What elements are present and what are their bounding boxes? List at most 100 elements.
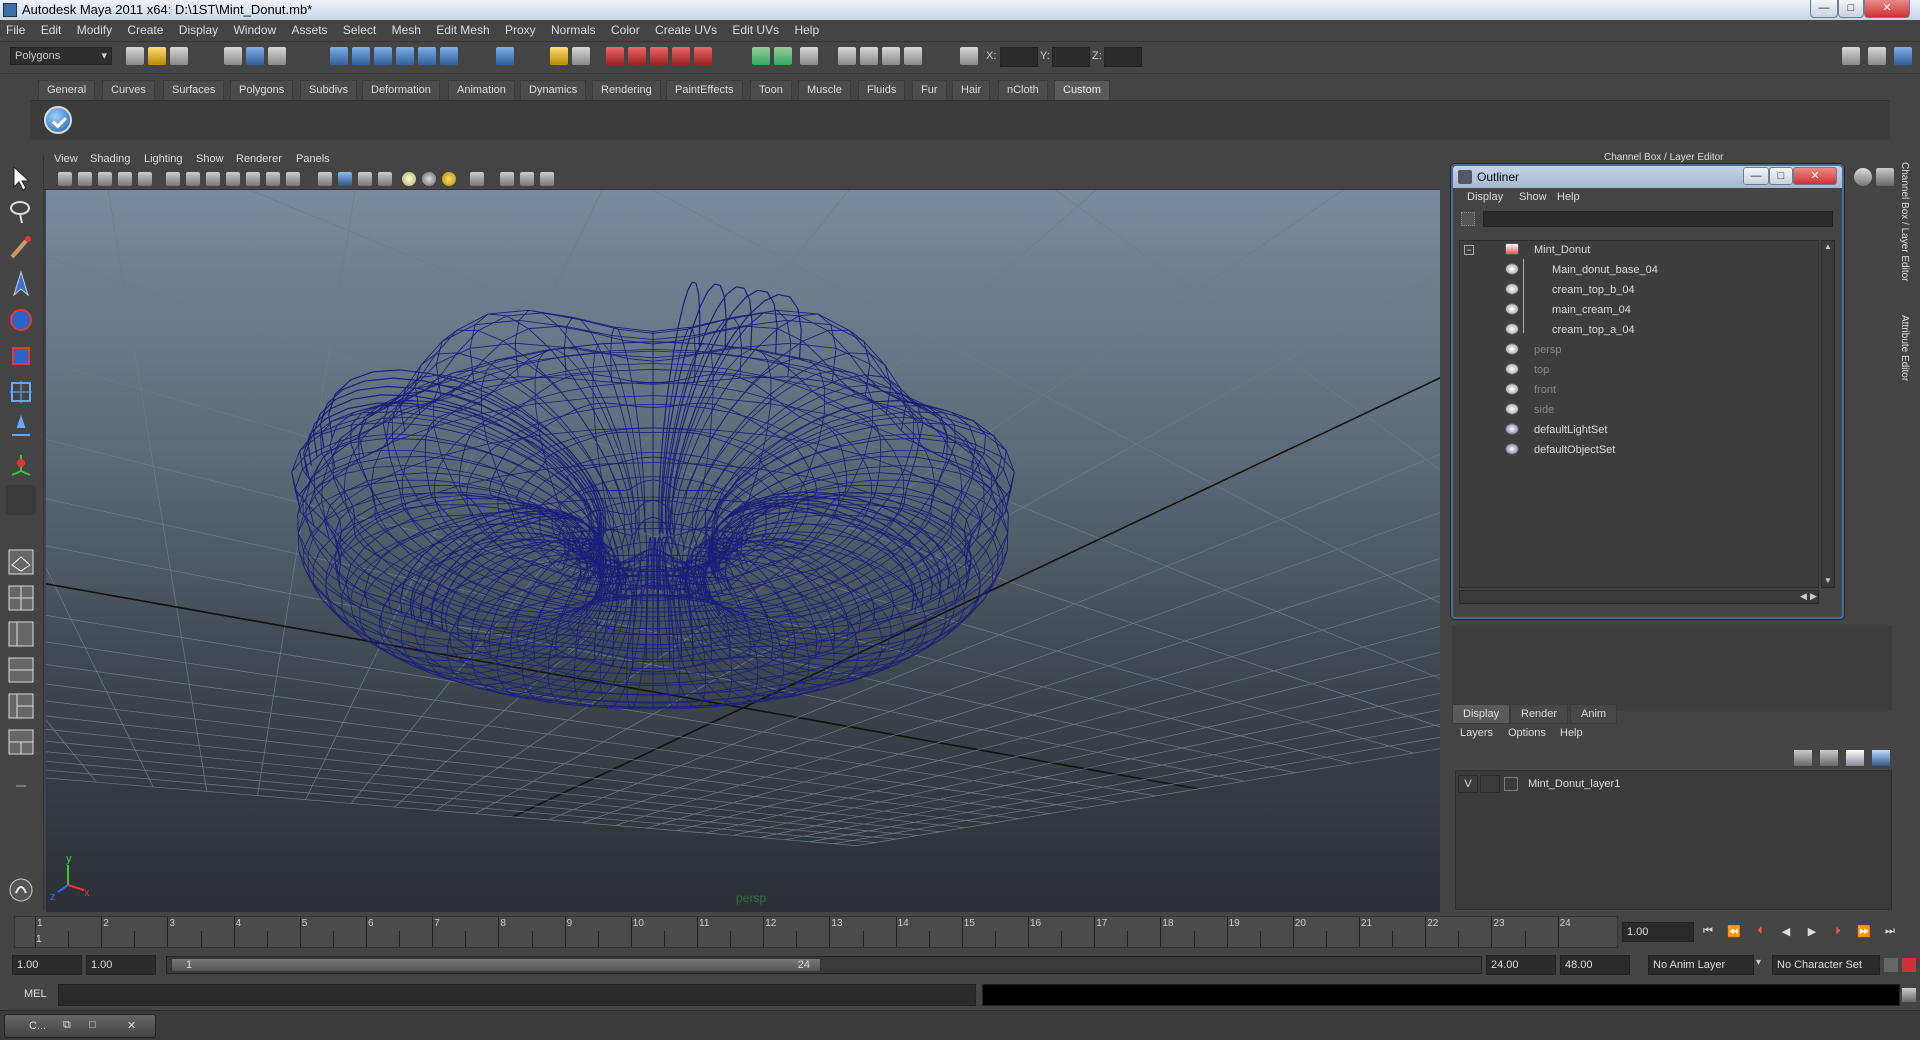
open-scene-icon[interactable] bbox=[148, 47, 166, 65]
camera-attributes-icon[interactable] bbox=[78, 172, 92, 186]
shelf-tab-fluids[interactable]: Fluids bbox=[858, 80, 906, 100]
snap-surface-icon[interactable] bbox=[440, 47, 458, 65]
shelf-tab-toon[interactable]: Toon bbox=[750, 80, 792, 100]
toggle-tool-settings-icon[interactable] bbox=[1868, 47, 1886, 65]
render-frame-icon[interactable] bbox=[572, 47, 590, 65]
vp-menu-lighting[interactable]: Lighting bbox=[144, 153, 183, 165]
safe-action-icon[interactable] bbox=[266, 172, 280, 186]
input-history-icon[interactable] bbox=[496, 47, 514, 65]
grid-toggle-icon[interactable] bbox=[166, 172, 180, 186]
ipr-render-icon[interactable] bbox=[628, 47, 646, 65]
show-manipulator-icon[interactable] bbox=[6, 449, 36, 479]
maximize-button[interactable]: □ bbox=[1838, 0, 1864, 18]
menu-modify[interactable]: Modify bbox=[71, 20, 118, 37]
new-scene-icon[interactable] bbox=[126, 47, 144, 65]
outliner-persp-layout-icon[interactable] bbox=[6, 619, 36, 649]
universal-manipulator-icon[interactable] bbox=[6, 377, 36, 407]
wireframe-mode-icon[interactable] bbox=[318, 172, 332, 186]
xray-joints-icon[interactable] bbox=[520, 172, 534, 186]
default-lighting-icon[interactable] bbox=[402, 172, 416, 186]
bookmark-icon[interactable] bbox=[98, 172, 112, 186]
y-field[interactable] bbox=[1052, 47, 1090, 67]
render-settings-icon[interactable] bbox=[650, 47, 668, 65]
scale-tool-icon[interactable] bbox=[6, 341, 36, 371]
menu-color[interactable]: Color bbox=[605, 20, 646, 37]
image-plane-icon[interactable] bbox=[118, 172, 132, 186]
shelf-tab-deformation[interactable]: Deformation bbox=[362, 80, 440, 100]
absolute-transform-icon[interactable] bbox=[960, 47, 978, 65]
move-tool-icon[interactable] bbox=[6, 269, 36, 299]
menu-edit-uvs[interactable]: Edit UVs bbox=[726, 20, 785, 37]
toolbox-more-icon[interactable] bbox=[6, 771, 36, 801]
shelf-tab-polygons[interactable]: Polygons bbox=[230, 80, 294, 100]
shadows-icon[interactable] bbox=[442, 172, 456, 186]
menu-mesh[interactable]: Mesh bbox=[386, 20, 427, 37]
select-tool-icon[interactable] bbox=[6, 163, 36, 193]
menu-normals[interactable]: Normals bbox=[545, 20, 602, 37]
checkmark-icon[interactable] bbox=[44, 106, 72, 134]
hud-toggle-icon[interactable] bbox=[540, 172, 554, 186]
wireframe-on-shaded-icon[interactable] bbox=[358, 172, 372, 186]
snap-view-icon[interactable] bbox=[396, 47, 414, 65]
toggle-attribute-editor-icon[interactable] bbox=[1842, 47, 1860, 65]
film-gate-toggle-icon[interactable] bbox=[186, 172, 200, 186]
custom-layout-icon[interactable] bbox=[6, 727, 36, 757]
two-d-pan-icon[interactable] bbox=[138, 172, 152, 186]
select-hierarchy-icon[interactable] bbox=[224, 47, 242, 65]
shelf-tab-custom[interactable]: Custom bbox=[1054, 80, 1110, 100]
safe-title-icon[interactable] bbox=[286, 172, 300, 186]
all-lights-icon[interactable] bbox=[422, 172, 436, 186]
menu-proxy[interactable]: Proxy bbox=[499, 20, 542, 37]
menu-edit-mesh[interactable]: Edit Mesh bbox=[430, 20, 495, 37]
resolution-gate-toggle-icon[interactable] bbox=[206, 172, 220, 186]
smooth-shade-icon[interactable] bbox=[338, 172, 352, 186]
last-tool-slot[interactable] bbox=[6, 485, 36, 515]
save-scene-icon[interactable] bbox=[170, 47, 188, 65]
camera-select-icon[interactable] bbox=[58, 172, 72, 186]
soft-modification-icon[interactable] bbox=[6, 413, 36, 443]
snap-point-icon[interactable] bbox=[374, 47, 392, 65]
hypershade-layout-icon[interactable] bbox=[6, 691, 36, 721]
lock-camera-icon[interactable] bbox=[860, 47, 878, 65]
render-view-icon[interactable] bbox=[694, 47, 712, 65]
minimize-button[interactable]: — bbox=[1810, 0, 1838, 18]
show-channel-box-icon[interactable] bbox=[800, 47, 818, 65]
field-chart-icon[interactable] bbox=[246, 172, 260, 186]
hypershade-icon[interactable] bbox=[672, 47, 690, 65]
vp-menu-renderer[interactable]: Renderer bbox=[236, 153, 282, 165]
shelf-tab-subdivs[interactable]: Subdivs bbox=[300, 80, 358, 100]
help-line-icon[interactable] bbox=[6, 875, 36, 905]
shelf-tab-dynamics[interactable]: Dynamics bbox=[520, 80, 587, 100]
persp-graph-layout-icon[interactable] bbox=[6, 655, 36, 685]
shelf-tab-general[interactable]: General bbox=[38, 80, 96, 100]
isolate-select-icon[interactable] bbox=[470, 172, 484, 186]
x-field[interactable] bbox=[1000, 47, 1038, 67]
resolution-gate-icon[interactable] bbox=[904, 47, 922, 65]
single-pane-layout-icon[interactable] bbox=[6, 547, 36, 577]
paint-select-tool-icon[interactable] bbox=[6, 233, 36, 263]
menu-set-selector[interactable]: Polygons ▾ bbox=[10, 47, 112, 65]
film-gate-icon[interactable] bbox=[882, 47, 900, 65]
menu-create-uvs[interactable]: Create UVs bbox=[649, 20, 723, 37]
shelf-tab-rendering[interactable]: Rendering bbox=[592, 80, 661, 100]
close-button[interactable]: ✕ bbox=[1864, 0, 1910, 18]
shelf-tab-ncloth[interactable]: nCloth bbox=[998, 80, 1048, 100]
shelf-tab-hair[interactable]: Hair bbox=[952, 80, 991, 100]
rotate-tool-icon[interactable] bbox=[6, 305, 36, 335]
snap-curve-icon[interactable] bbox=[352, 47, 370, 65]
menu-edit[interactable]: Edit bbox=[35, 20, 68, 37]
vp-menu-view[interactable]: View bbox=[54, 153, 78, 165]
z-field[interactable] bbox=[1104, 47, 1142, 67]
snap-grid-icon[interactable] bbox=[330, 47, 348, 65]
vp-menu-shading[interactable]: Shading bbox=[90, 153, 130, 165]
shelf-tab-animation[interactable]: Animation bbox=[448, 80, 515, 100]
menu-select[interactable]: Select bbox=[337, 20, 382, 37]
menu-window[interactable]: Window bbox=[227, 20, 282, 37]
shelf-tab-surfaces[interactable]: Surfaces bbox=[163, 80, 225, 100]
shelf-tab-fur[interactable]: Fur bbox=[912, 80, 947, 100]
show-attribute-icon[interactable] bbox=[752, 47, 770, 65]
vp-menu-show[interactable]: Show bbox=[196, 153, 224, 165]
select-component-icon[interactable] bbox=[268, 47, 286, 65]
select-object-icon[interactable] bbox=[246, 47, 264, 65]
make-live-icon[interactable] bbox=[418, 47, 436, 65]
